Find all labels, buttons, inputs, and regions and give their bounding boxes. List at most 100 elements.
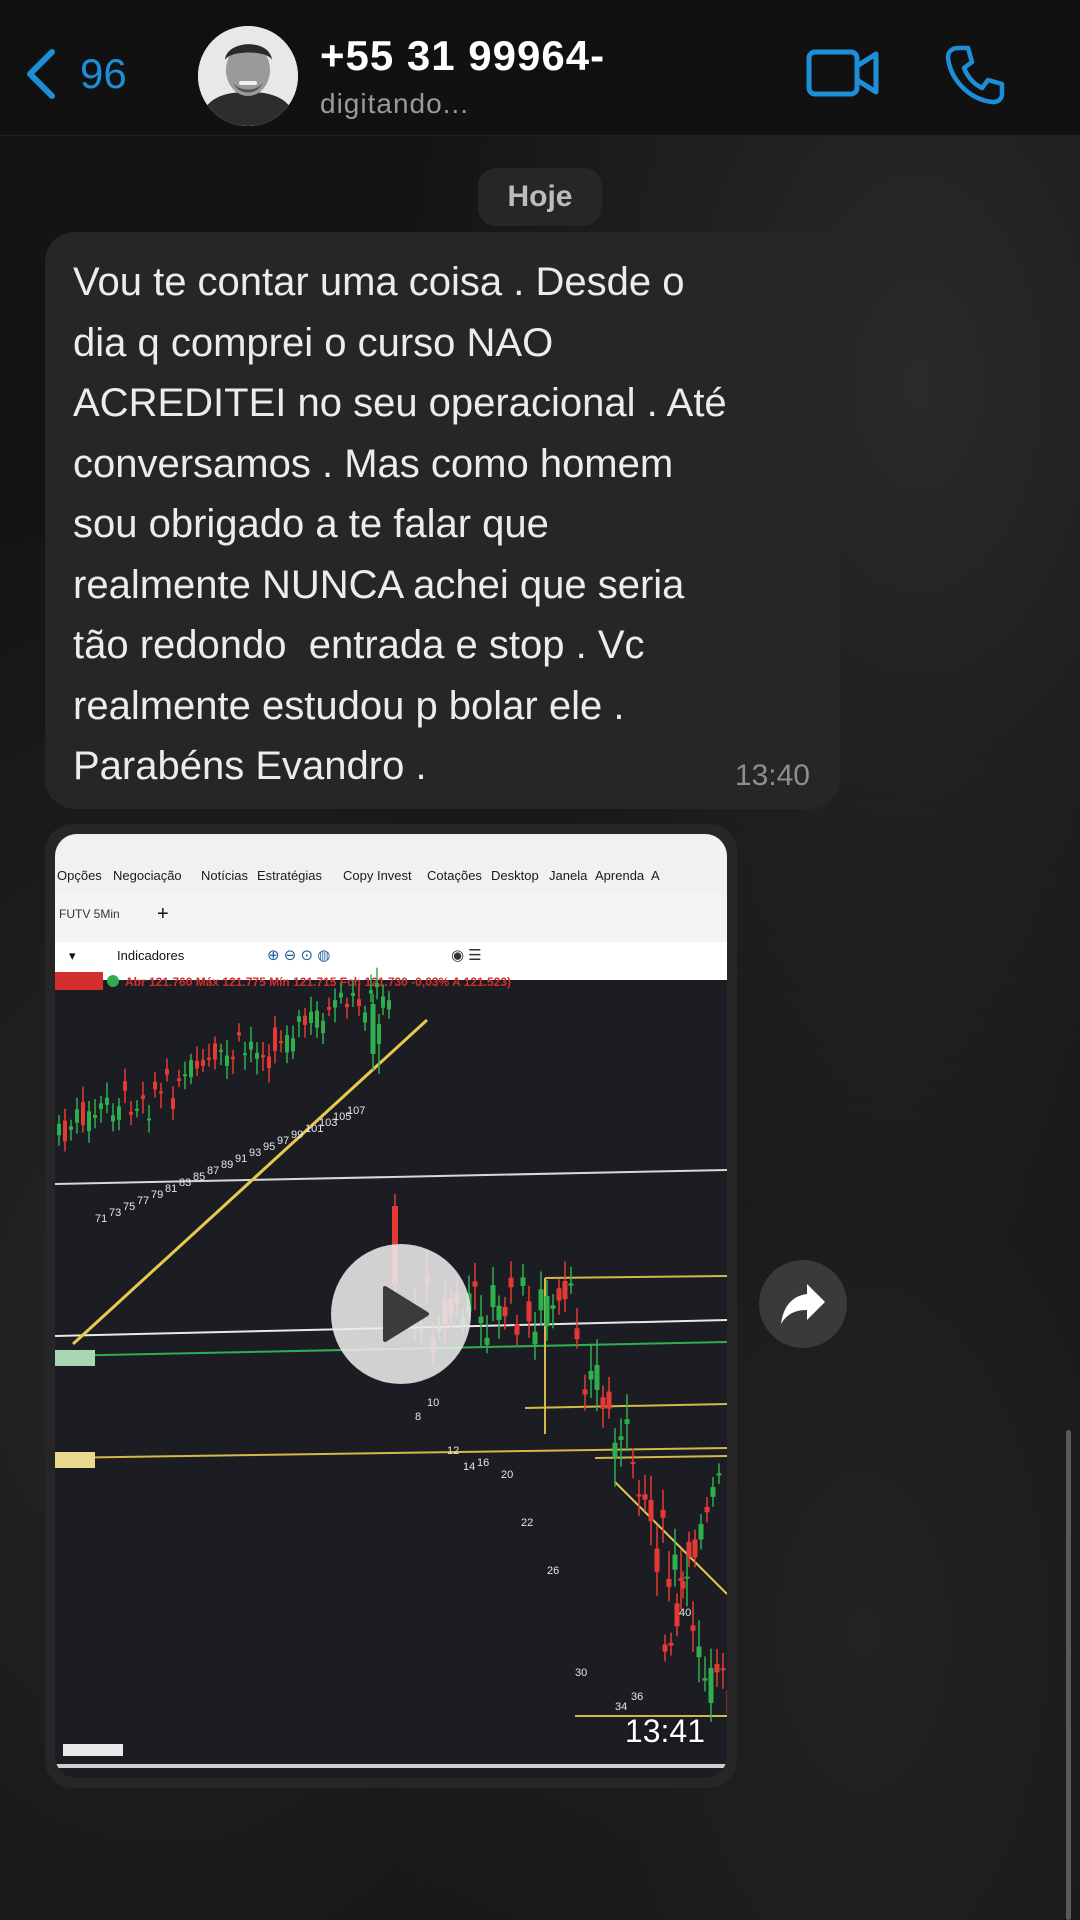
bar-label: 73 [109,1207,121,1219]
candle-body [514,1324,520,1335]
candle-body [135,1108,139,1111]
candle-body [327,1006,331,1010]
candle-body [333,1000,337,1008]
candle-body [686,1541,692,1558]
candle-body [630,1462,636,1465]
candle-body [574,1328,580,1340]
bar-label: 71 [95,1213,107,1225]
candle-body [642,1494,648,1500]
candle-body [648,1499,654,1522]
candle-body [556,1288,562,1301]
bar-label: 81 [165,1183,177,1195]
candle-body [351,992,355,996]
candle-body [568,1283,574,1286]
video-call-button[interactable] [806,46,880,100]
chat-header: 96 +55 31 99964- digitando... [0,0,1080,136]
bar-label: 10 [427,1397,439,1409]
candle-body [291,1038,295,1052]
candle-body [532,1331,538,1345]
menu-item: Aprenda [595,868,645,883]
candle-body [75,1109,79,1123]
date-separator: Hoje [478,168,602,226]
menu-item: Notícias [201,868,248,883]
candle-body [321,1020,325,1034]
candle-body [261,1054,265,1058]
bar-label: 79 [151,1189,163,1201]
bar-label: 14 [463,1461,475,1473]
candle-body [201,1059,205,1066]
menu-item: Copy Invest [343,868,412,883]
bar-label: 95 [263,1141,275,1153]
play-icon [383,1286,429,1342]
candle-body [303,1015,307,1025]
candle-body [720,1668,726,1671]
candle-body [69,1126,73,1130]
forward-button[interactable] [759,1260,847,1348]
video-message-bubble[interactable]: Opções Negociação Notícias Estratégias Copy … [45,824,737,1788]
candle-body [267,1056,271,1069]
candle-body [484,1337,490,1345]
menu-item: Negociação [113,868,182,883]
candle-body [526,1301,532,1322]
menu-item: Opções [57,868,102,883]
svg-text:⊕ ⊖ ⊙ ◍: ⊕ ⊖ ⊙ ◍ [267,947,330,964]
candle-body [81,1102,85,1126]
candle-body [538,1289,544,1311]
candle-body [375,982,379,988]
bar-label: 77 [137,1195,149,1207]
candle-body [726,1690,727,1714]
bar-label: 40 [679,1607,691,1619]
candle-body [606,1391,612,1409]
candle-body [672,1554,678,1570]
bar-label: 87 [207,1165,219,1177]
candle-body [183,1074,187,1077]
bar-label: 20 [501,1469,513,1481]
bar-label: 107 [347,1105,365,1117]
bar-label: 85 [193,1171,205,1183]
phone-icon [945,45,1005,105]
candle-body [285,1035,289,1053]
candle-body [249,1041,253,1050]
candle-body [87,1111,91,1132]
candle-body [624,1419,630,1425]
scrollbar[interactable] [1066,1430,1071,1920]
candle-body [345,1003,349,1008]
received-message-bubble[interactable]: Vou te contar uma coisa . Desde o dia q … [45,232,840,809]
candle-body [195,1060,199,1069]
bar-label: 93 [249,1147,261,1159]
candle-body [309,1011,313,1024]
candle-body [363,1012,367,1023]
candle-body [666,1578,672,1587]
message-timestamp: 13:40 [734,759,810,792]
candle-body [594,1364,600,1390]
candle-body [237,1032,241,1036]
contact-name[interactable]: +55 31 99964- [320,32,605,80]
candle-body [207,1057,211,1060]
menu-item: Janela [549,868,588,883]
play-button[interactable] [331,1244,471,1384]
bar-label: 34 [615,1701,627,1713]
bar-label: 75 [123,1201,135,1213]
video-thumbnail[interactable]: Opções Negociação Notícias Estratégias Copy … [55,834,727,1778]
candle-body [490,1285,496,1308]
back-button[interactable]: 96 [22,44,127,104]
candle-body [562,1281,568,1300]
candle-body [123,1081,127,1091]
typing-status: digitando... [320,88,469,119]
candle-body [369,990,373,994]
bar-label: 91 [235,1153,247,1165]
candle-body [472,1281,478,1287]
candle-body [600,1397,606,1409]
candle-body [636,1494,642,1497]
bar-label: 8 [415,1411,421,1423]
candle-body [297,1016,301,1022]
voice-call-button[interactable] [944,44,1006,106]
candle-body [662,1644,668,1652]
bar-label: 36 [631,1691,643,1703]
avatar[interactable] [198,26,298,126]
candle-body [231,1056,235,1060]
candle-body [111,1115,115,1122]
candle-body [714,1663,720,1673]
candle-body [478,1316,484,1324]
candle-body [219,1049,223,1052]
